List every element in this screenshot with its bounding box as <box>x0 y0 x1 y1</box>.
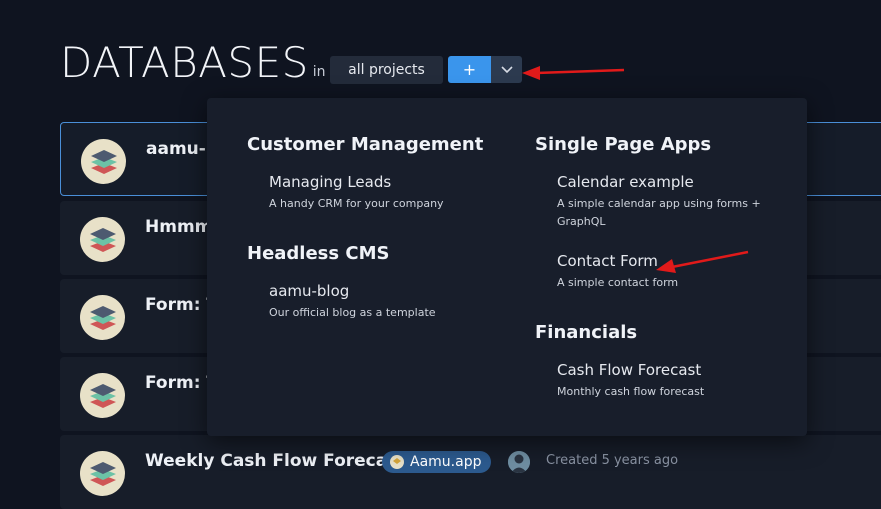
layers-icon <box>89 227 116 252</box>
annotation-arrow-icon <box>656 250 749 273</box>
project-icon <box>390 455 404 469</box>
template-description: Our official blog as a template <box>269 306 436 319</box>
project-selector[interactable]: all projects <box>330 56 443 84</box>
database-avatar <box>80 217 125 262</box>
template-name: Managing Leads <box>269 173 392 191</box>
database-avatar <box>80 451 125 496</box>
project-tag-label: Aamu.app <box>410 454 482 470</box>
template-item-managing-leads[interactable]: Managing Leads A handy CRM for your comp… <box>269 173 479 213</box>
template-item-calendar-example[interactable]: Calendar example A simple calendar app u… <box>557 173 767 231</box>
section-title-customer-management: Customer Management <box>247 134 484 155</box>
template-description: Monthly cash flow forecast <box>557 385 705 398</box>
template-description: A simple contact form <box>557 276 679 289</box>
layers-icon <box>89 383 116 408</box>
annotation-arrow-icon <box>522 66 625 80</box>
database-name[interactable]: Hmmm <box>145 217 212 237</box>
layers-icon <box>89 305 116 330</box>
project-tag[interactable]: Aamu.app <box>382 451 492 473</box>
section-title-financials: Financials <box>535 322 638 343</box>
template-item-cash-flow-forecast[interactable]: Cash Flow Forecast Monthly cash flow for… <box>557 361 767 401</box>
page-header: DATABASES in <box>60 36 326 86</box>
created-timestamp: Created 5 years ago <box>546 453 679 468</box>
template-name: aamu-blog <box>269 282 350 300</box>
section-title-single-page-apps: Single Page Apps <box>535 134 712 155</box>
template-description: A handy CRM for your company <box>269 197 444 210</box>
add-database-button[interactable]: + <box>448 56 491 83</box>
layers-icon <box>90 149 117 174</box>
template-name: Calendar example <box>557 173 694 191</box>
database-avatar <box>81 139 126 184</box>
template-item-aamu-blog[interactable]: aamu-blog Our official blog as a templat… <box>269 282 479 322</box>
database-name[interactable]: Weekly Cash Flow Forecast <box>145 451 405 471</box>
user-avatar <box>508 451 530 473</box>
page-title: DATABASES <box>60 38 309 87</box>
database-card[interactable]: Weekly Cash Flow Forecast Aamu.app Creat… <box>60 435 881 509</box>
layers-icon <box>89 461 116 486</box>
in-label: in <box>312 64 326 80</box>
section-title-headless-cms: Headless CMS <box>247 243 390 264</box>
database-avatar <box>80 295 125 340</box>
chevron-down-icon <box>500 65 513 73</box>
template-name: Cash Flow Forecast <box>557 361 702 379</box>
template-description: A simple calendar app using forms + Grap… <box>557 197 761 228</box>
database-avatar <box>80 373 125 418</box>
